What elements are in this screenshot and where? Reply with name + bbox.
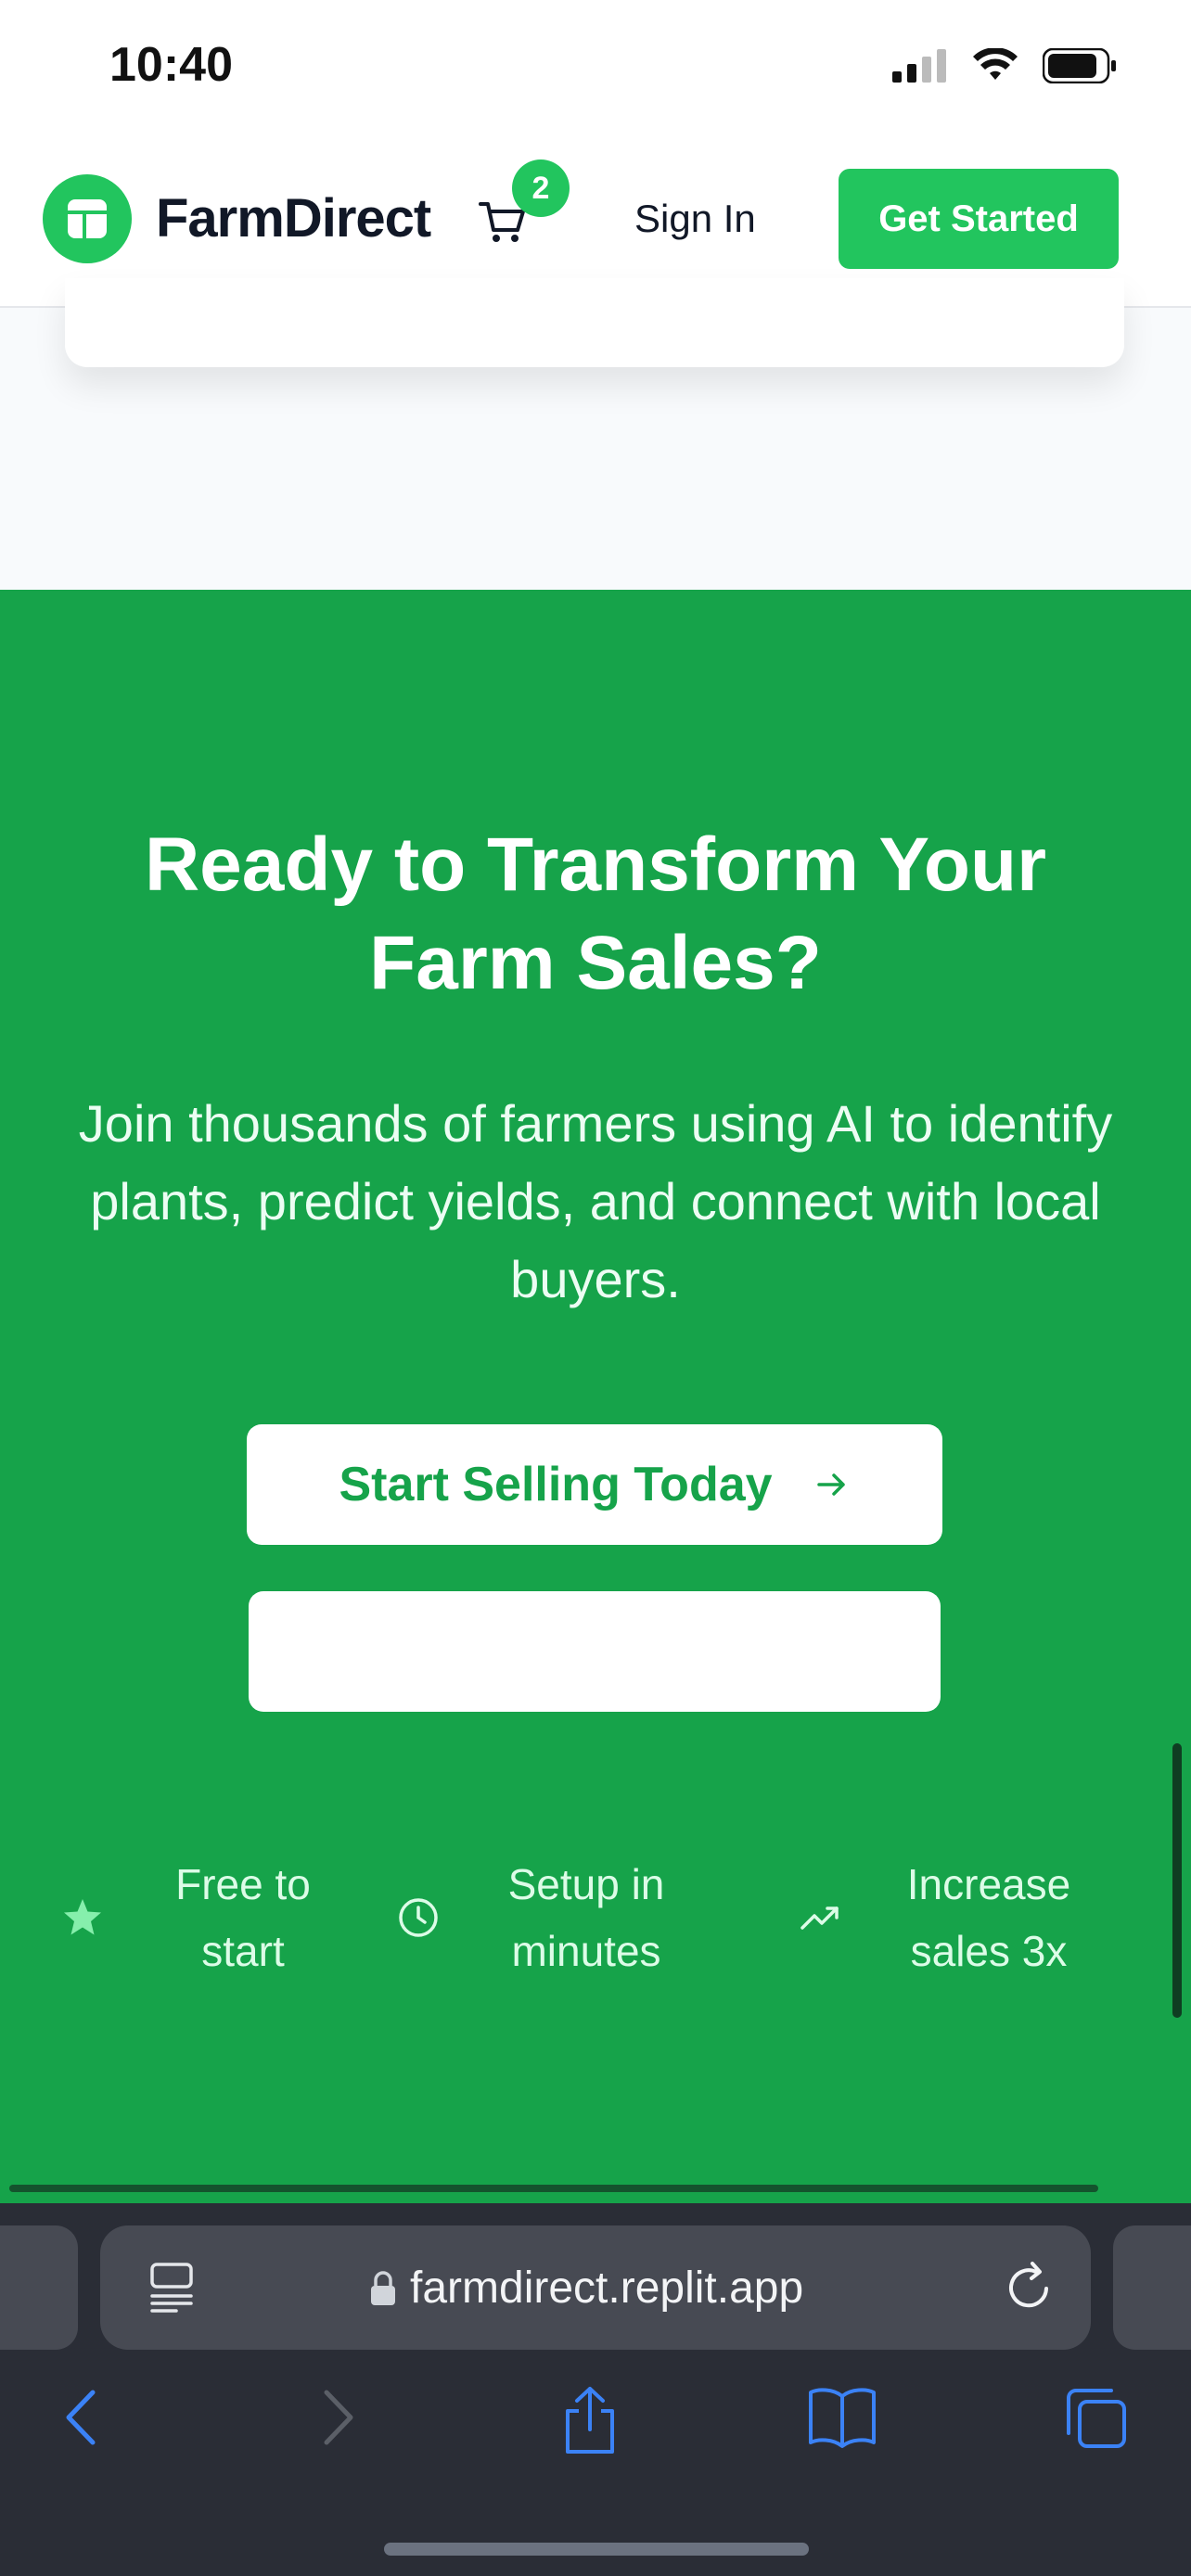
next-tab-preview[interactable]: [1113, 2225, 1191, 2350]
share-icon[interactable]: [560, 2385, 620, 2455]
status-time: 10:40: [109, 38, 233, 92]
start-selling-label: Start Selling Today: [339, 1458, 773, 1511]
brand-logo[interactable]: [43, 174, 132, 263]
sign-in-link[interactable]: Sign In: [634, 197, 756, 241]
horizontal-scroll-indicator: [9, 2185, 1098, 2192]
previous-tab-preview[interactable]: [0, 2225, 78, 2350]
star-icon: [64, 1899, 101, 1935]
url-text: farmdirect.replit.app: [410, 2264, 804, 2313]
wifi-icon: [973, 48, 1018, 80]
back-icon[interactable]: [58, 2385, 104, 2450]
card-remnant: [65, 278, 1124, 367]
lock-icon: [371, 2271, 395, 2305]
address-bar[interactable]: farmdirect.replit.app: [100, 2225, 1091, 2350]
feature-increase-sales: Increase sales 3x: [800, 1851, 1091, 1984]
page: 10:40 FarmDirect 2 Sign In Get Started R…: [0, 0, 1191, 2576]
feature-label: Free to start: [175, 1860, 311, 1975]
trending-up-icon: [800, 1906, 839, 1930]
status-icons: [892, 48, 1117, 83]
get-started-button[interactable]: Get Started: [839, 169, 1119, 269]
feature-label: Setup in minutes: [507, 1860, 665, 1975]
cta-section: Ready to Transform Your Farm Sales? Join…: [0, 590, 1191, 2203]
signal-icon: [892, 49, 946, 83]
cta-description: Join thousands of farmers using AI to id…: [78, 1094, 1113, 1308]
feature-free-to-start: Free to start: [61, 1851, 336, 1984]
tabs-icon[interactable]: [1063, 2385, 1130, 2452]
battery-icon: [1043, 48, 1116, 83]
status-bar: 10:40: [0, 0, 1191, 139]
feature-setup-in-minutes: Setup in minutes: [397, 1851, 698, 1984]
feature-label: Increase sales 3x: [906, 1860, 1071, 1975]
forward-icon[interactable]: [315, 2385, 362, 2450]
reload-icon[interactable]: [1005, 2261, 1055, 2313]
secondary-button[interactable]: [249, 1591, 941, 1712]
feature-list: Free to start Setup in minutes Increase …: [0, 1851, 1191, 2036]
scroll-indicator[interactable]: [1172, 1743, 1182, 2018]
start-selling-button[interactable]: Start Selling Today: [247, 1424, 942, 1545]
home-indicator: [384, 2543, 809, 2556]
arrow-right-icon: [816, 1473, 845, 1496]
browser-bottom-bar: farmdirect.replit.app: [0, 2203, 1191, 2576]
cart-count-badge: 2: [512, 159, 570, 217]
brand-name[interactable]: FarmDirect: [156, 187, 431, 249]
reader-mode-icon[interactable]: [148, 2261, 195, 2315]
bookmarks-icon[interactable]: [807, 2385, 877, 2450]
store-icon: [68, 199, 107, 238]
clock-icon: [399, 1898, 438, 1937]
cta-title: Ready to Transform Your Farm Sales?: [144, 823, 1047, 1005]
